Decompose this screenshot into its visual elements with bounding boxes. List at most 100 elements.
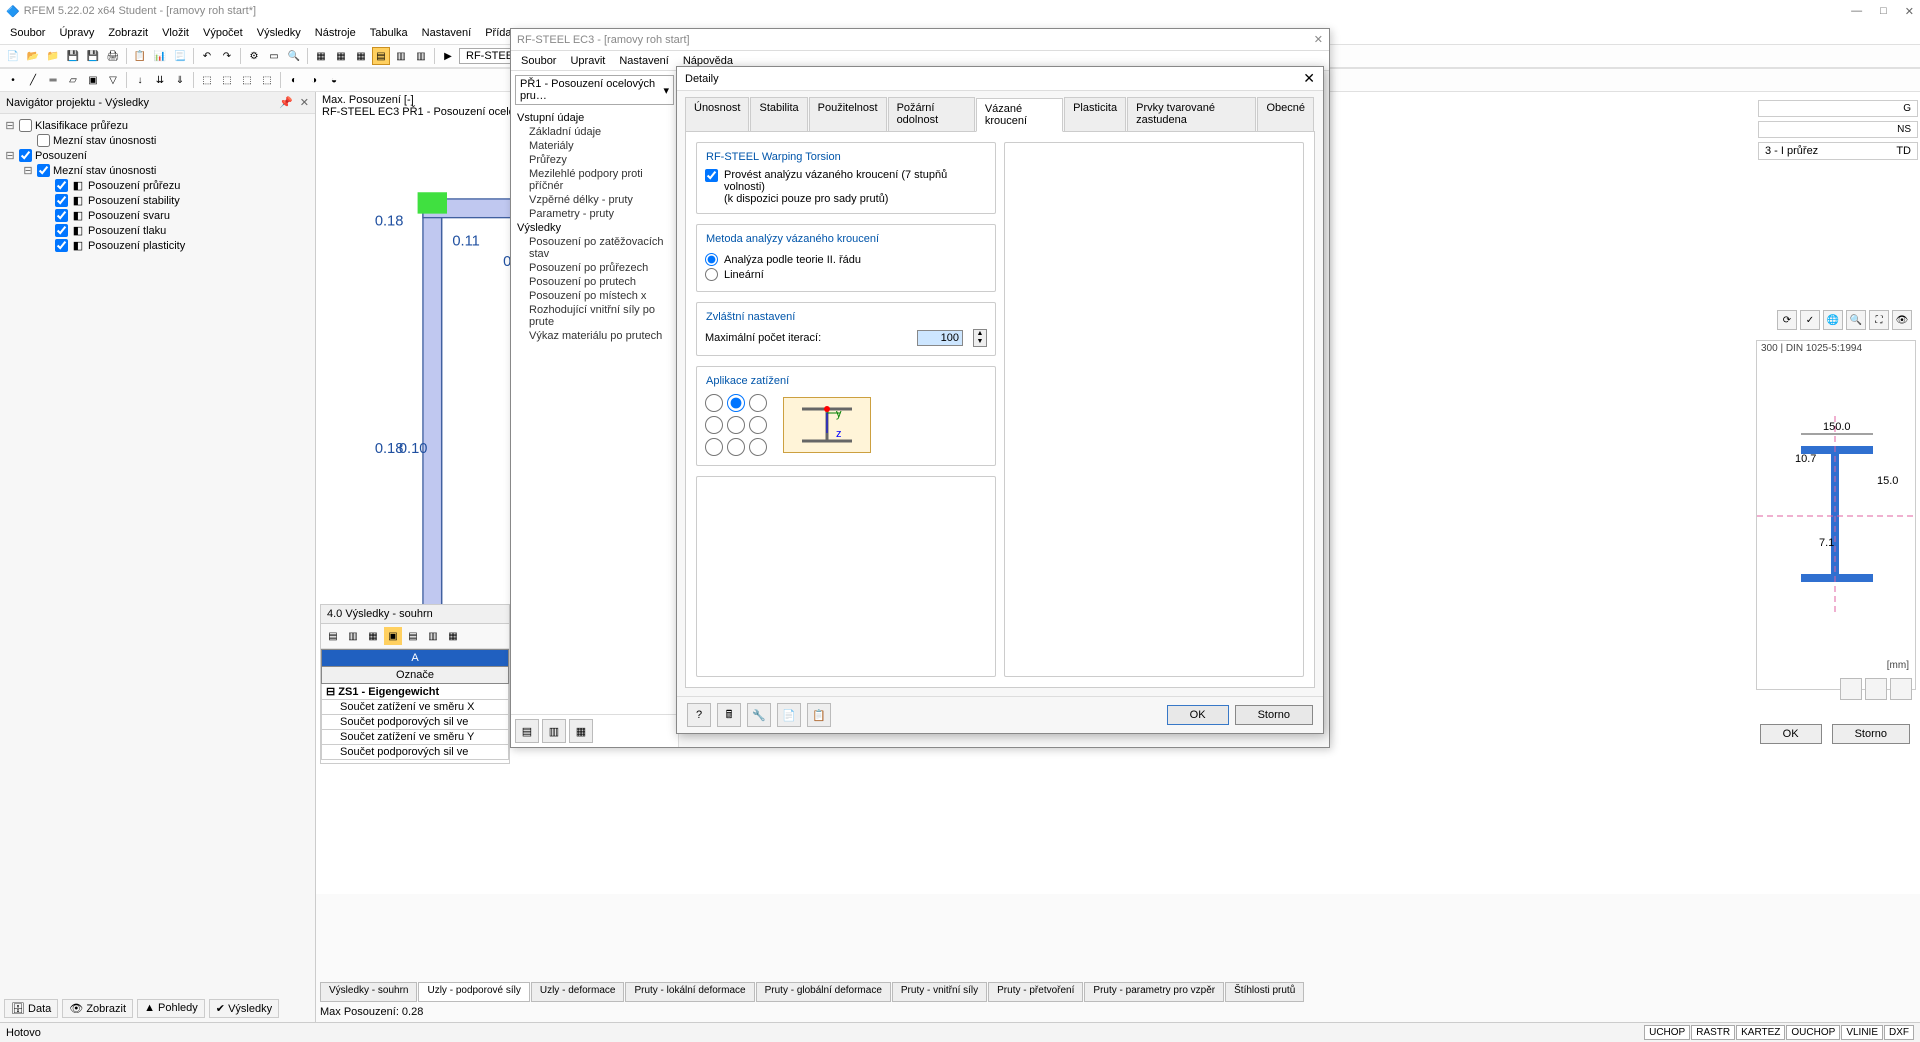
menu-vlozit[interactable]: Vložit: [156, 25, 195, 41]
rf-leaf-v4[interactable]: Posouzení po místech x: [517, 289, 672, 303]
details-ok-button[interactable]: OK: [1167, 705, 1229, 725]
tree-node-prurez[interactable]: ◧Posouzení průřezu: [4, 178, 311, 193]
results-table[interactable]: A Označe ⊟ ZS1 - Eigengewicht Součet zat…: [321, 649, 509, 760]
minimize-button[interactable]: —: [1851, 5, 1862, 18]
method-linear-radio[interactable]: [705, 268, 718, 281]
rf-leaf-materialy[interactable]: Materiály: [517, 139, 672, 153]
tree-node-mezni-klas[interactable]: Mezní stav únosnosti: [4, 133, 311, 148]
btab-5[interactable]: Pruty - vnitřní síly: [892, 982, 987, 1002]
rf-ok-button[interactable]: OK: [1760, 724, 1822, 744]
sec-tool-2[interactable]: [1865, 678, 1887, 700]
lp-3[interactable]: [749, 393, 767, 413]
rv-3[interactable]: 🌐: [1823, 310, 1843, 330]
select-icon[interactable]: ▭: [265, 47, 283, 65]
line-icon[interactable]: ╱: [24, 71, 42, 89]
win2-icon[interactable]: ▥: [412, 47, 430, 65]
rf-leaf-v1[interactable]: Posouzení po zatěžovacích stav: [517, 235, 672, 261]
tab-pouzitelnost[interactable]: Použitelnost: [809, 97, 887, 131]
view-icon[interactable]: ▦: [352, 47, 370, 65]
maximize-button[interactable]: □: [1880, 5, 1887, 18]
nav-close-icon[interactable]: ✕: [300, 97, 309, 109]
max-iter-up[interactable]: ▲: [974, 330, 986, 338]
dlg-tool5-icon[interactable]: 📋: [807, 703, 831, 727]
rf-leaf-v2[interactable]: Posouzení po průřezech: [517, 261, 672, 275]
viewyz-icon[interactable]: ⬚: [258, 71, 276, 89]
load-icon[interactable]: ↓: [131, 71, 149, 89]
print-icon[interactable]: 🖨: [104, 47, 122, 65]
viewxz-icon[interactable]: ⬚: [238, 71, 256, 89]
nav-pin-icon[interactable]: 📌: [279, 97, 293, 109]
lp-9[interactable]: [749, 437, 767, 457]
res-tool-4[interactable]: ▣: [384, 627, 402, 645]
table-icon[interactable]: ▤: [372, 47, 390, 65]
menu-upravy[interactable]: Úpravy: [53, 25, 100, 41]
zoom-icon[interactable]: 🔍: [285, 47, 303, 65]
grid-icon[interactable]: ▦: [312, 47, 330, 65]
res-tool-5[interactable]: ▤: [404, 627, 422, 645]
snap-icon[interactable]: ▦: [332, 47, 350, 65]
tree-node-plasticity[interactable]: ◧Posouzení plasticity: [4, 238, 311, 253]
tree-node-posouzeni[interactable]: ⊟Posouzení: [4, 148, 311, 163]
misc2-icon[interactable]: ◑: [305, 71, 323, 89]
res-tool-1[interactable]: ▤: [324, 627, 342, 645]
max-iter-input[interactable]: [917, 330, 963, 346]
menu-vypocet[interactable]: Výpočet: [197, 25, 249, 41]
rv-1[interactable]: ⟳: [1777, 310, 1797, 330]
lp-8[interactable]: [727, 437, 745, 457]
member-icon[interactable]: ═: [44, 71, 62, 89]
res-tool-6[interactable]: ▥: [424, 627, 442, 645]
ntab-data[interactable]: 🗄 Data: [4, 999, 58, 1018]
btab-2[interactable]: Uzly - deformace: [531, 982, 625, 1002]
snap-dxf[interactable]: DXF: [1884, 1025, 1914, 1040]
res-tool-3[interactable]: ▦: [364, 627, 382, 645]
snap-kartez[interactable]: KARTEZ: [1736, 1025, 1785, 1040]
new-icon[interactable]: 📄: [4, 47, 22, 65]
rv-6[interactable]: 👁: [1892, 310, 1912, 330]
navigator-tree[interactable]: ⊟Klasifikace průřezu Mezní stav únosnost…: [0, 114, 315, 1024]
tab-obecne[interactable]: Obecné: [1257, 97, 1314, 131]
rv-5[interactable]: ⛶: [1869, 310, 1889, 330]
tree-node-stabilita[interactable]: ◧Posouzení stability: [4, 193, 311, 208]
tree-node-klasifikace[interactable]: ⊟Klasifikace průřezu: [4, 118, 311, 133]
rf-storno-button[interactable]: Storno: [1832, 724, 1910, 744]
rf-leaf-zakladni[interactable]: Základní údaje: [517, 125, 672, 139]
ntab-zobrazit[interactable]: 👁 Zobrazit: [62, 999, 133, 1018]
lp-6[interactable]: [749, 415, 767, 435]
sec-tool-3[interactable]: [1890, 678, 1912, 700]
rf-leaf-v6[interactable]: Výkaz materiálu po prutech: [517, 329, 672, 343]
load3-icon[interactable]: ⇓: [171, 71, 189, 89]
tab-vazane-krouceni[interactable]: Vázané kroucení: [976, 98, 1063, 132]
rv-2[interactable]: ✓: [1800, 310, 1820, 330]
tree-node-tlak[interactable]: ◧Posouzení tlaku: [4, 223, 311, 238]
lp-7[interactable]: [705, 437, 723, 457]
rf-leaf-parametry[interactable]: Parametry - pruty: [517, 207, 672, 221]
rf-close-icon[interactable]: ✕: [1314, 33, 1323, 46]
details-cancel-button[interactable]: Storno: [1235, 705, 1313, 725]
tab-stabilita[interactable]: Stabilita: [750, 97, 807, 131]
rf-nav-tree[interactable]: Vstupní údaje Základní údaje Materiály P…: [511, 109, 678, 714]
view3d-icon[interactable]: ⬚: [198, 71, 216, 89]
btab-1[interactable]: Uzly - podporové síly: [418, 982, 529, 1002]
rf-menu-nastaveni[interactable]: Nastavení: [613, 54, 675, 68]
tab-unosnost[interactable]: Únosnost: [685, 97, 749, 131]
misc3-icon[interactable]: ◒: [325, 71, 343, 89]
menu-zobrazit[interactable]: Zobrazit: [102, 25, 154, 41]
res-tool-7[interactable]: ▦: [444, 627, 462, 645]
load-position-matrix[interactable]: [705, 393, 767, 457]
dlg-calc-icon[interactable]: 🖩: [717, 703, 741, 727]
sec-tool-1[interactable]: [1840, 678, 1862, 700]
menu-soubor[interactable]: Soubor: [4, 25, 51, 41]
report-icon[interactable]: 📃: [171, 47, 189, 65]
save-icon[interactable]: 💾: [64, 47, 82, 65]
solid-icon[interactable]: ▣: [84, 71, 102, 89]
open-icon[interactable]: 📂: [24, 47, 42, 65]
surface-icon[interactable]: ▱: [64, 71, 82, 89]
tab-plasticita[interactable]: Plasticita: [1064, 97, 1126, 131]
dlg-help-icon[interactable]: ?: [687, 703, 711, 727]
undo-icon[interactable]: ↶: [198, 47, 216, 65]
btab-6[interactable]: Pruty - přetvoření: [988, 982, 1083, 1002]
menu-tabulka[interactable]: Tabulka: [364, 25, 414, 41]
redo-icon[interactable]: ↷: [218, 47, 236, 65]
tree-node-mezni-pos[interactable]: ⊟Mezní stav únosnosti: [4, 163, 311, 178]
dlg-tool3-icon[interactable]: 🔧: [747, 703, 771, 727]
